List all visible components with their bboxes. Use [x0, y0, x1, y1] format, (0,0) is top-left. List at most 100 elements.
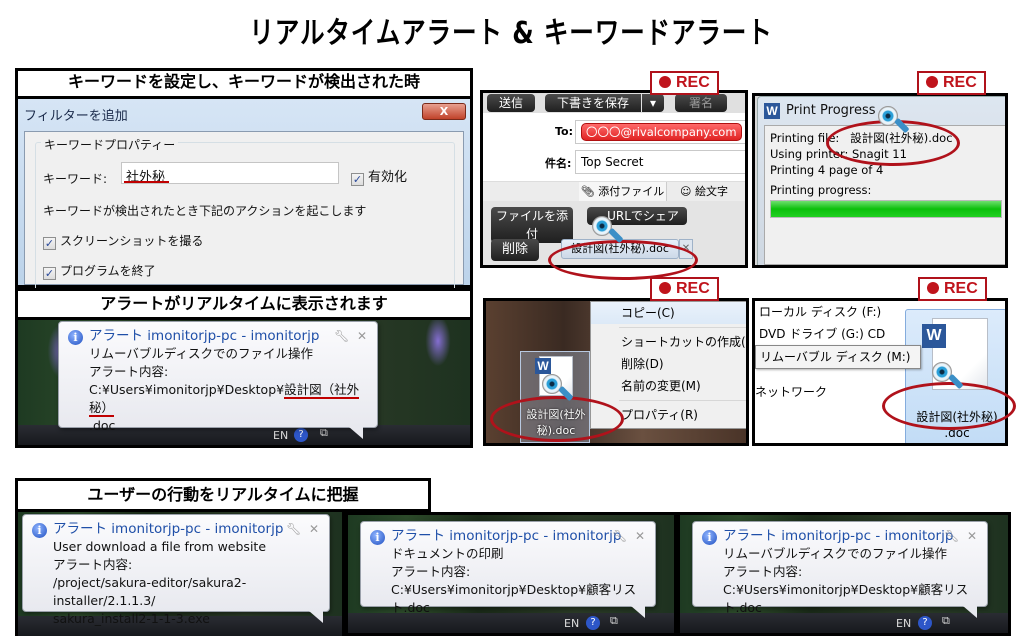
alert-line4: sakura_install2-1-1-3.exe: [53, 611, 210, 626]
alert-line1: リムーバブルディスクでのファイル操作: [723, 546, 948, 561]
enable-checkbox[interactable]: ✓ 有効化: [351, 166, 407, 186]
subject-field[interactable]: Top Secret: [575, 150, 745, 174]
alert-title: アラート imonitorjp-pc - imonitorjp: [723, 528, 954, 544]
dialog-body: キーワードプロパティー キーワード: 社外秘 ✓ 有効化 キーワードが検出されたと…: [24, 131, 464, 292]
alert-path: C:¥Users¥imonitorjp¥Desktop¥設計図（社外秘）: [89, 381, 367, 417]
save-draft-dropdown[interactable]: ▾: [642, 94, 664, 112]
settings-wrench-icon[interactable]: 🔧︎: [944, 529, 959, 543]
rec-badge: REC: [917, 71, 986, 95]
remove-attachment-icon[interactable]: ✕: [679, 239, 693, 259]
menu-item-rename[interactable]: 名前の変更(M): [591, 375, 746, 397]
alert-balloon[interactable]: i 🔧︎ ✕ アラート imonitorjp-pc - imonitorjp U…: [22, 514, 330, 626]
help-icon[interactable]: ?: [918, 616, 932, 630]
actions-intro: キーワードが検出されたとき下記のアクションを起こします: [43, 204, 367, 218]
record-dot-icon: [926, 76, 938, 88]
attach-file-button[interactable]: ファイルを添付: [491, 207, 573, 243]
file-name-line2: .doc: [944, 426, 970, 440]
menu-item-copy[interactable]: コピー(C): [591, 302, 746, 324]
balloon-tail: [963, 606, 977, 618]
keyword-highlight-underline: [124, 181, 169, 183]
alert-line3: /project/sakura-editor/sakura2-installer…: [53, 575, 247, 608]
file-name-line1: 設計図(社外秘): [916, 410, 998, 424]
record-dot-icon: [659, 282, 671, 294]
settings-wrench-icon[interactable]: 🔧︎: [286, 522, 301, 536]
save-draft-button[interactable]: 下書きを保存: [545, 94, 641, 112]
language-indicator[interactable]: EN: [896, 617, 911, 630]
dialog-title: フィルターを追加: [24, 109, 128, 124]
alert-line2: アラート内容:: [89, 364, 169, 379]
close-icon[interactable]: ✕: [635, 529, 645, 543]
info-icon: i: [702, 530, 717, 545]
delete-button[interactable]: 削除: [491, 239, 539, 261]
balloon-tail: [349, 427, 363, 439]
record-dot-icon: [659, 76, 671, 88]
alert-title: アラート imonitorjp-pc - imonitorjp: [391, 528, 622, 544]
file-name-line1: 設計図(社外: [526, 408, 586, 421]
alert-title: アラート imonitorjp-pc - imonitorjp: [53, 521, 284, 537]
nav-local-disk[interactable]: ローカル ディスク (F:): [755, 301, 891, 323]
menu-item-properties[interactable]: プロパティ(R): [591, 404, 746, 426]
monitor-magnifier-icon: [590, 214, 624, 248]
alert-line2: アラート内容:: [723, 564, 803, 579]
tab-attachments[interactable]: 📎︎ 添付ファイル: [579, 182, 667, 202]
alert-line2: アラート内容:: [391, 564, 471, 579]
close-icon[interactable]: ✕: [309, 522, 319, 536]
using-printer: Using printer: Snagit 11: [770, 147, 907, 161]
screenshot-checkbox[interactable]: ✓ スクリーンショットを撮る: [43, 232, 203, 250]
alert-balloon[interactable]: i 🔧︎ ✕ アラート imonitorjp-pc - imonitorjp ド…: [360, 521, 656, 618]
menu-separator: [619, 400, 746, 401]
send-button[interactable]: 送信: [487, 94, 535, 112]
caption-user-actions: ユーザーの行動をリアルタイムに把握: [15, 478, 431, 512]
alert-line2: アラート内容:: [53, 557, 133, 572]
print-title: Print Progress: [786, 103, 876, 118]
context-menu: コピー(C) ショートカットの作成(S) 削除(D) 名前の変更(M) プロパテ…: [590, 301, 746, 429]
keyword-input[interactable]: 社外秘: [121, 162, 339, 185]
signature-button[interactable]: 署名: [675, 94, 727, 112]
dialog-close-button[interactable]: X: [422, 103, 466, 120]
alert-line3: C:¥Users¥imonitorjp¥Desktop¥顧客リスト.doc: [391, 582, 637, 615]
caption-alert-realtime: アラートがリアルタイムに表示されます: [15, 288, 473, 320]
alert-line1: User download a file from website: [53, 539, 267, 554]
user-alert-panel-3: EN ? ⧉ i 🔧︎ ✕ アラート imonitorjp-pc - imoni…: [677, 512, 1011, 636]
print-progress-fill: [771, 201, 1001, 217]
menu-item-delete[interactable]: 削除(D): [591, 353, 746, 375]
checkmark-icon: ✓: [43, 267, 56, 280]
path-prefix: C:¥Users¥imonitorjp¥Desktop¥: [89, 382, 285, 397]
recipient-chip[interactable]: 〇〇〇@rivalcompany.com: [581, 123, 742, 141]
close-icon[interactable]: ✕: [967, 529, 977, 543]
alert-line1: ドキュメントの印刷: [391, 546, 504, 561]
keyword-alert-panel: アラートがリアルタイムに表示されます EN ? ⧉ i 🔧︎ ✕ アラート im…: [15, 288, 473, 448]
close-icon[interactable]: ✕: [357, 329, 367, 343]
alert-balloon[interactable]: i 🔧︎ ✕ アラート imonitorjp-pc - imonitorjp リ…: [58, 321, 378, 439]
to-field[interactable]: 〇〇〇@rivalcompany.com: [575, 120, 745, 144]
settings-wrench-icon[interactable]: 🔧︎: [612, 529, 627, 543]
balloon-tail: [309, 611, 323, 623]
tab-emoji[interactable]: ☺ 絵文字: [669, 182, 739, 202]
balloon-controls: 🔧︎ ✕: [334, 327, 367, 345]
menu-item-create-shortcut[interactable]: ショートカットの作成(S): [591, 331, 746, 353]
keyword-label: キーワード:: [43, 172, 108, 186]
balloon-controls: 🔧︎ ✕: [944, 527, 977, 545]
language-indicator[interactable]: EN: [564, 617, 579, 630]
nav-network[interactable]: ネットワーク: [755, 381, 891, 403]
settings-wrench-icon[interactable]: 🔧︎: [334, 329, 349, 343]
explorer-nav: ローカル ディスク (F:) DVD ドライブ (G:) CD リムーバブル デ…: [755, 301, 921, 443]
nav-removable-disk[interactable]: リムーバブル ディスク (M:): [755, 345, 921, 369]
monitor-magnifier-icon: [540, 372, 574, 406]
filter-dialog: フィルターを追加 X キーワードプロパティー キーワード: 社外秘 ✓ 有効化 キ…: [18, 99, 470, 292]
alert-balloon[interactable]: i 🔧︎ ✕ アラート imonitorjp-pc - imonitorjp リ…: [692, 521, 988, 618]
word-app-icon: W: [764, 103, 780, 119]
monitor-magnifier-icon: [876, 104, 910, 138]
email-toolbar: 送信 下書きを保存 ▾ 署名: [483, 93, 745, 113]
file-name-line2: 秘).doc: [536, 424, 576, 437]
help-icon[interactable]: ?: [586, 616, 600, 630]
terminate-program-checkbox[interactable]: ✓ プログラムを終了: [43, 262, 156, 280]
nav-dvd-drive[interactable]: DVD ドライブ (G:) CD: [755, 323, 891, 345]
terminate-label: プログラムを終了: [60, 264, 156, 278]
record-dot-icon: [927, 282, 939, 294]
info-icon: i: [32, 523, 47, 538]
group-label: キーワードプロパティー: [41, 136, 179, 153]
print-body: Printing file: 設計図(社外秘).doc Using printe…: [764, 125, 1005, 265]
alert-line3: C:¥Users¥imonitorjp¥Desktop¥顧客リスト.doc: [723, 582, 969, 615]
balloon-controls: 🔧︎ ✕: [612, 527, 645, 545]
